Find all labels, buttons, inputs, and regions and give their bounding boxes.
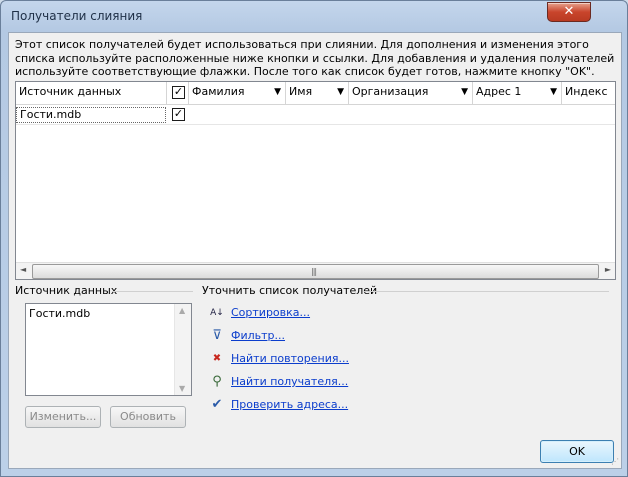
select-all-checkbox[interactable]: ✓ — [172, 86, 185, 99]
scroll-right-icon[interactable]: ► — [605, 265, 611, 274]
row-source-cell: Гости.mdb — [16, 107, 166, 123]
column-header-label: Источник данных — [19, 85, 122, 98]
column-header-postcode[interactable]: Индекс — [562, 82, 615, 104]
dialog-client-area: Этот список получателей будет использова… — [8, 32, 622, 469]
validate-addresses-link[interactable]: Проверить адреса... — [231, 398, 348, 411]
column-header-source[interactable]: Источник данных — [16, 82, 167, 104]
filter-link[interactable]: Фильтр... — [231, 329, 285, 342]
close-button[interactable]: ✕ — [547, 2, 591, 22]
find-recipient-link[interactable]: Найти получателя... — [231, 375, 348, 388]
section-divider — [364, 291, 609, 292]
column-header-select-all[interactable]: ✓ — [167, 82, 189, 104]
chevron-down-icon[interactable]: ▼ — [461, 82, 468, 102]
column-header-label: Адрес 1 — [476, 85, 522, 98]
scroll-grip-icon: ||| — [311, 267, 317, 276]
scroll-up-icon[interactable]: ▲ — [179, 306, 185, 315]
duplicates-icon: ✖ — [212, 353, 222, 364]
refresh-button[interactable]: Обновить — [110, 406, 186, 428]
dialog-window: Получатели слияния ✕ Этот список получат… — [0, 0, 628, 477]
column-header-firstname[interactable]: Имя ▼ — [286, 82, 349, 104]
window-title: Получатели слияния — [11, 9, 143, 23]
chevron-down-icon[interactable]: ▼ — [274, 82, 281, 102]
section-divider — [113, 291, 193, 292]
column-header-lastname[interactable]: Фамилия ▼ — [189, 82, 286, 104]
grid-header: Источник данных ✓ Фамилия ▼ Имя ▼ Органи… — [16, 82, 615, 105]
datasource-section-label: Источник данных — [15, 284, 118, 297]
find-duplicates-link[interactable]: Найти повторения... — [231, 352, 349, 365]
filter-icon: ⊽ — [212, 328, 222, 343]
column-header-label: Фамилия — [192, 85, 245, 98]
validate-addresses-icon: ✔ — [211, 397, 223, 412]
scroll-left-icon[interactable]: ◄ — [20, 265, 26, 274]
refine-section-label: Уточнить список получателей — [202, 284, 378, 297]
recipients-grid[interactable]: Источник данных ✓ Фамилия ▼ Имя ▼ Органи… — [15, 81, 616, 280]
column-header-label: Индекс — [565, 85, 608, 98]
column-header-address1[interactable]: Адрес 1 ▼ — [473, 82, 562, 104]
list-item[interactable]: Гости.mdb — [29, 307, 90, 320]
edit-button[interactable]: Изменить... — [25, 406, 101, 428]
sort-link[interactable]: Сортировка... — [231, 306, 310, 319]
column-header-label: Имя — [289, 85, 313, 98]
horizontal-scrollbar[interactable]: ◄ ||| ► — [16, 262, 615, 279]
chevron-down-icon[interactable]: ▼ — [337, 82, 344, 102]
vertical-scrollbar[interactable]: ▲ ▼ — [174, 304, 191, 395]
chevron-down-icon[interactable]: ▼ — [550, 82, 557, 102]
sort-icon: A↓ — [210, 308, 224, 318]
column-header-label: Организация — [352, 85, 429, 98]
resize-grip-icon[interactable]: ⋰ — [611, 457, 619, 466]
scroll-thumb[interactable]: ||| — [32, 264, 599, 279]
scroll-down-icon[interactable]: ▼ — [179, 384, 185, 393]
table-row[interactable]: Гости.mdb ✓ — [16, 106, 615, 125]
row-include-checkbox[interactable]: ✓ — [172, 108, 185, 121]
find-recipient-icon: ⚲ — [212, 374, 222, 389]
datasource-list[interactable]: Гости.mdb ▲ ▼ — [25, 303, 192, 396]
column-header-organization[interactable]: Организация ▼ — [349, 82, 473, 104]
intro-text: Этот список получателей будет использова… — [15, 38, 615, 78]
ok-button[interactable]: OK — [540, 440, 614, 463]
